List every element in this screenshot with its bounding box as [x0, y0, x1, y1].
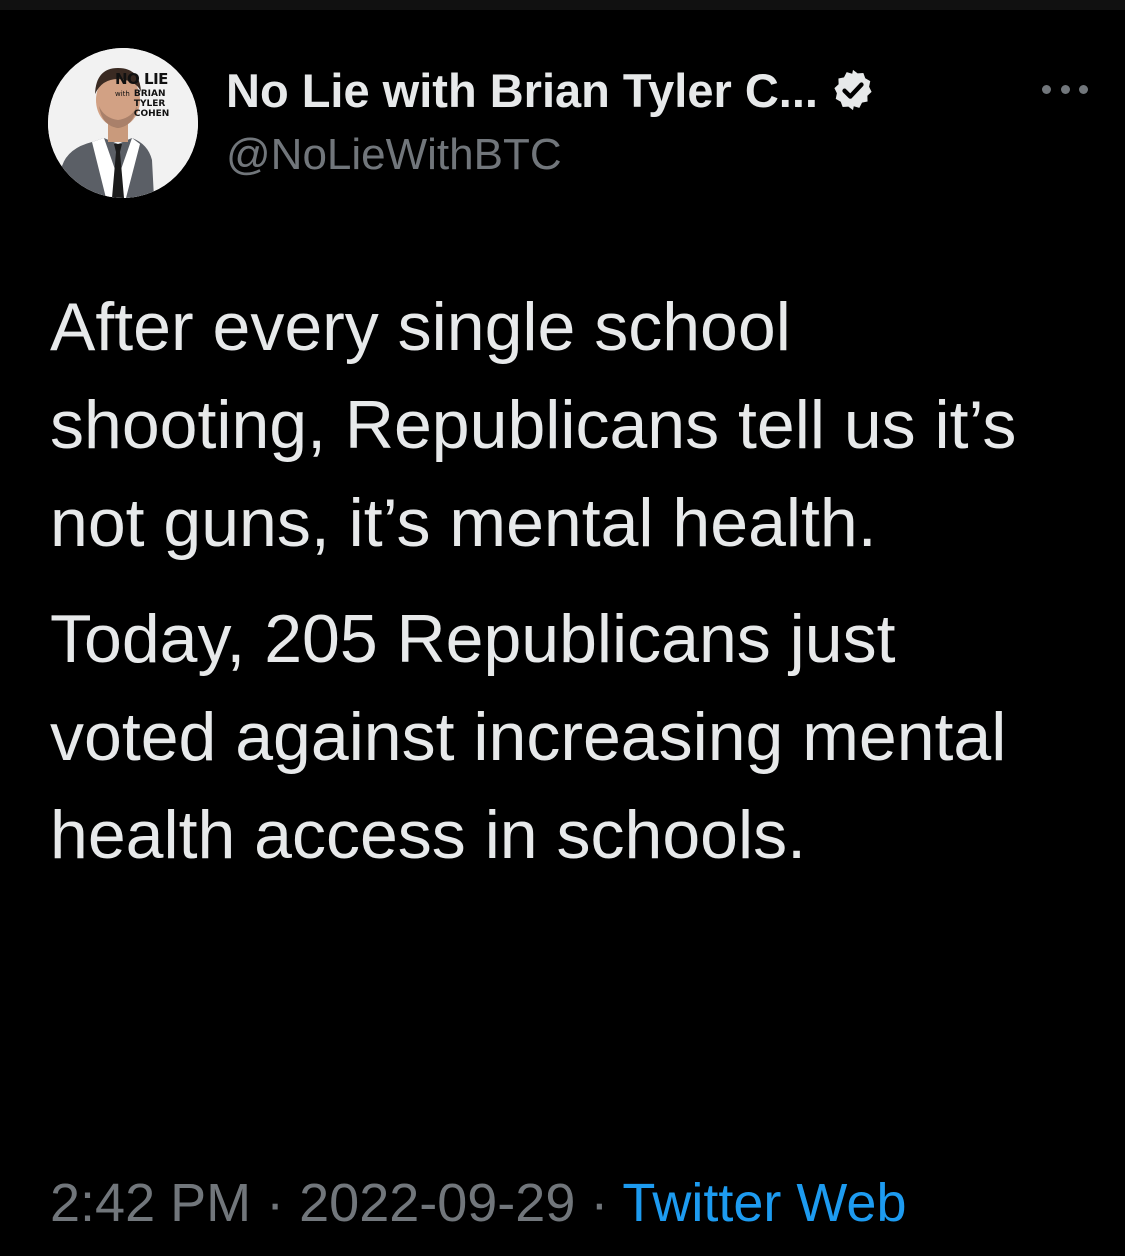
meta-separator: · [266, 1173, 285, 1233]
avatar-badge-text: NO LIE with BRIAN TYLER COHEN [115, 70, 170, 120]
tweet-source-link[interactable]: Twitter Web [622, 1173, 906, 1233]
tweet-header: NO LIE with BRIAN TYLER COHEN No Lie wit… [48, 48, 1088, 200]
display-name-row[interactable]: No Lie with Brian Tyler C... [226, 62, 876, 118]
account-handle[interactable]: @NoLieWithBTC [226, 130, 562, 180]
verified-badge-icon [830, 67, 876, 113]
tweet-metadata: 2:42 PM · 2022-09-29 · Twitter Web [50, 1172, 906, 1234]
tweet-time[interactable]: 2:42 PM [50, 1173, 251, 1233]
tweet-text: After every single school shooting, Repu… [50, 278, 1070, 884]
avatar[interactable]: NO LIE with BRIAN TYLER COHEN [48, 48, 198, 198]
tweet-paragraph: After every single school shooting, Repu… [50, 289, 1017, 561]
more-dot [1079, 84, 1088, 94]
tweet-paragraph: Today, 205 Republicans just voted agains… [50, 601, 1007, 873]
more-dot [1042, 84, 1051, 94]
top-strip [0, 0, 1125, 10]
meta-separator: · [590, 1173, 609, 1233]
more-options-icon[interactable] [1042, 74, 1088, 104]
tweet-date[interactable]: 2022-09-29 [299, 1173, 575, 1233]
display-name[interactable]: No Lie with Brian Tyler C... [226, 63, 818, 118]
more-dot [1060, 84, 1070, 94]
